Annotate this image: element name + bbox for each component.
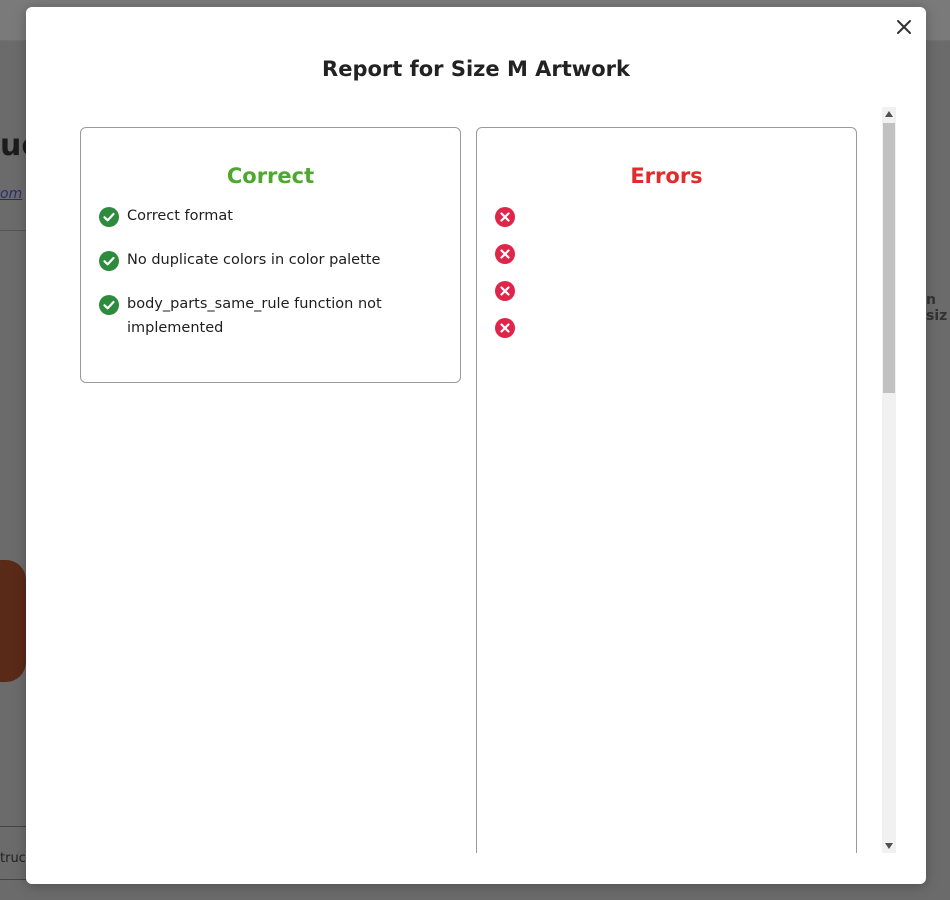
background-side-fragment: n siz	[926, 292, 948, 324]
error-item	[477, 243, 856, 264]
close-button[interactable]	[892, 15, 916, 39]
arrow-up-icon	[885, 111, 893, 117]
errors-heading: Errors	[630, 164, 703, 188]
scrollbar[interactable]	[882, 107, 896, 853]
background-bottom-fragment: truc	[0, 851, 26, 866]
correct-panel: Correct Correct format No duplicate color…	[80, 127, 461, 383]
scroll-thumb[interactable]	[883, 123, 895, 393]
error-circle-icon	[495, 318, 515, 338]
background-link-fragment: om	[0, 186, 23, 202]
correct-heading: Correct	[226, 164, 315, 188]
arrow-down-icon	[885, 843, 893, 849]
correct-item-text: No duplicate colors in color palette	[127, 252, 381, 268]
modal-title: Report for Size M Artwork	[322, 57, 630, 81]
scroll-down-button[interactable]	[882, 839, 896, 853]
check-circle-icon	[99, 207, 119, 227]
report-scroll-area[interactable]: Correct Correct format No duplicate color…	[80, 107, 896, 853]
background-artwork-fragment	[0, 560, 26, 682]
background-divider	[0, 230, 26, 231]
background-bottom-bar: truc	[0, 826, 26, 880]
error-item	[477, 317, 856, 338]
check-circle-icon	[99, 295, 119, 315]
error-item	[477, 206, 856, 227]
correct-item: body_parts_same_rule function not implem…	[81, 294, 460, 340]
close-icon	[897, 20, 911, 34]
errors-panel: Errors	[476, 127, 857, 853]
error-circle-icon	[495, 244, 515, 264]
check-circle-icon	[99, 251, 119, 271]
errors-list	[477, 206, 856, 338]
correct-item: Correct format	[81, 206, 460, 228]
error-circle-icon	[495, 207, 515, 227]
error-item	[477, 280, 856, 301]
correct-item-text: Correct format	[127, 208, 233, 224]
report-modal: Report for Size M Artwork Correct Correc…	[26, 7, 926, 884]
scroll-up-button[interactable]	[882, 107, 896, 121]
error-circle-icon	[495, 281, 515, 301]
correct-item: No duplicate colors in color palette	[81, 250, 460, 272]
correct-list: Correct format No duplicate colors in col…	[81, 206, 460, 340]
correct-item-text: body_parts_same_rule function not implem…	[127, 296, 382, 336]
